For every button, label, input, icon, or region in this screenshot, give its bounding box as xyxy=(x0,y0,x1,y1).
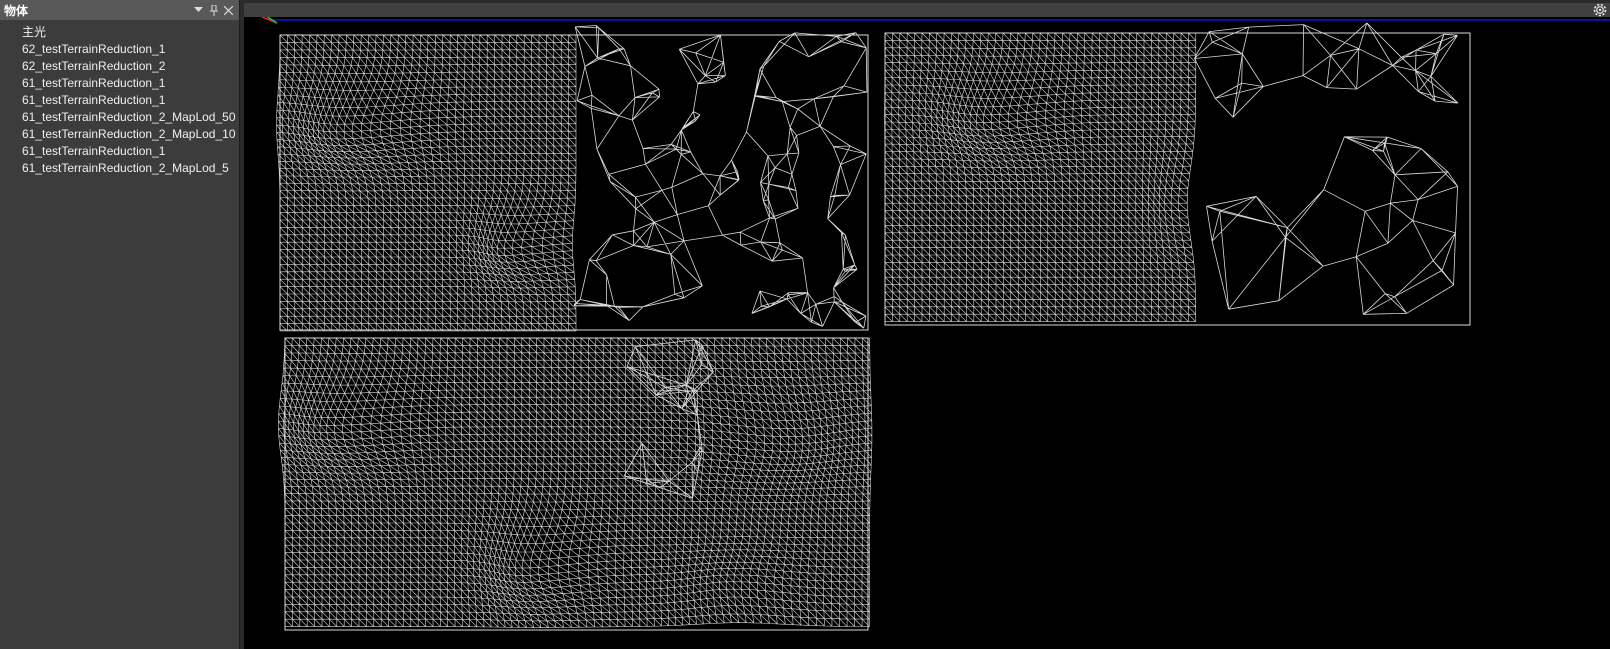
tree-item[interactable]: 61_testTerrainReduction_1 xyxy=(0,75,239,92)
tree-item[interactable]: 62_testTerrainReduction_2 xyxy=(0,58,239,75)
pin-icon[interactable] xyxy=(207,3,220,17)
outliner-title: 物体 xyxy=(4,3,29,18)
mesh-lod-top-right[interactable] xyxy=(884,22,1471,326)
outliner-header: 物体 xyxy=(0,0,239,20)
tree-item[interactable]: 61_testTerrainReduction_2_MapLod_10 xyxy=(0,126,239,143)
outliner-panel: 物体 主光 62_testTerrainReduction_1 62_testT… xyxy=(0,0,240,649)
tree-item[interactable]: 61_testTerrainReduction_2_MapLod_50 xyxy=(0,109,239,126)
tree-item[interactable]: 61_testTerrainReduction_1 xyxy=(0,92,239,109)
viewport-toolbar xyxy=(244,3,1610,17)
tree-item[interactable]: 62_testTerrainReduction_1 xyxy=(0,41,239,58)
wireframe-scene[interactable] xyxy=(244,3,1610,649)
tree-item[interactable]: 61_testTerrainReduction_1 xyxy=(0,143,239,160)
tree-item[interactable]: 61_testTerrainReduction_2_MapLod_5 xyxy=(0,160,239,177)
close-icon[interactable] xyxy=(222,3,235,17)
gear-icon[interactable] xyxy=(1592,3,1608,18)
dropdown-arrow-icon[interactable] xyxy=(192,3,205,17)
object-tree: 主光 62_testTerrainReduction_1 62_testTerr… xyxy=(0,20,239,177)
tree-item[interactable]: 主光 xyxy=(0,24,239,41)
3d-viewport[interactable] xyxy=(244,3,1610,649)
mesh-lod-bottom-left[interactable] xyxy=(278,337,873,631)
mesh-lod-top-left[interactable] xyxy=(276,25,869,332)
